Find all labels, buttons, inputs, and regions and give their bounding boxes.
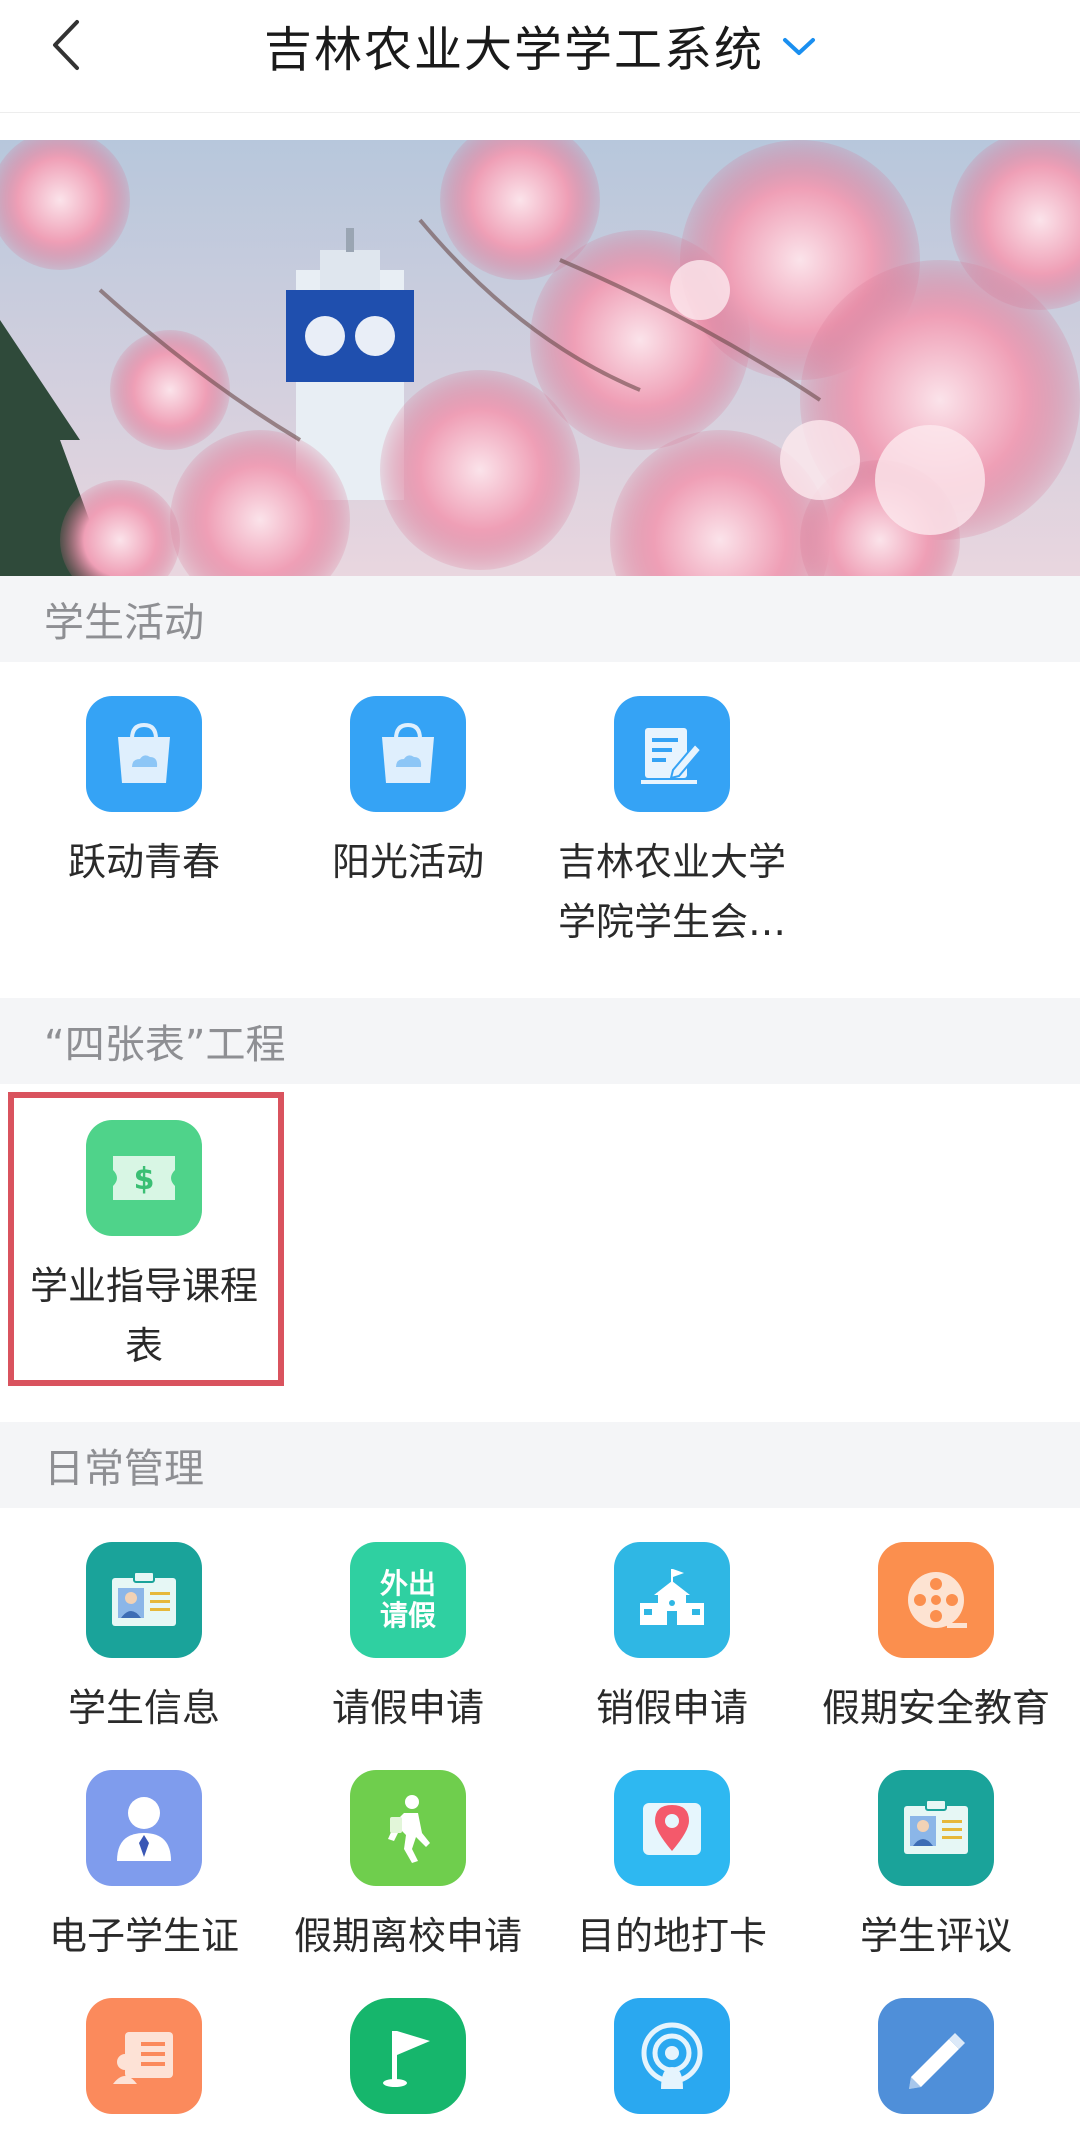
app-item-cancel-leave[interactable]: 销假申请 — [540, 1542, 804, 1738]
id-card-icon — [86, 1542, 202, 1658]
shopping-bag-icon — [86, 696, 202, 812]
app-item-student-info[interactable]: 学生信息 — [12, 1542, 276, 1738]
app-item-e-student-card[interactable]: 电子学生证 — [12, 1770, 276, 1966]
broadcast-icon — [614, 1998, 730, 2114]
pencil-icon — [878, 1998, 994, 2114]
film-reel-icon — [878, 1542, 994, 1658]
app-item-holiday-leave-school[interactable]: 假期离校申请 — [276, 1770, 540, 1966]
app-label: 吉林农业大学学院学生会… — [557, 840, 786, 944]
section-title: 学生活动 — [44, 600, 204, 646]
app-label: 销假申请 — [595, 1686, 748, 1730]
app-label: 电子学生证 — [48, 1914, 239, 1958]
walking-person-icon — [350, 1770, 466, 1886]
app-label: 学生评议 — [859, 1914, 1012, 1958]
app-item-yuedong-qingchun[interactable]: 跃动青春 — [12, 696, 276, 892]
top-bar: 吉林农业大学学工系统 — [0, 0, 1080, 113]
app-label: 目的地打卡 — [576, 1914, 767, 1958]
page-title: 吉林农业大学学工系统 — [263, 22, 764, 78]
app-item-profile-card[interactable] — [12, 1998, 276, 2134]
app-label: 请假申请 — [331, 1686, 484, 1730]
person-badge-icon — [86, 1770, 202, 1886]
document-edit-icon — [614, 696, 730, 812]
section-header-daily-management: 日常管理 — [0, 1422, 1080, 1508]
highlight-box — [8, 1092, 284, 1386]
campus-banner-image[interactable] — [0, 140, 1080, 576]
icon-text: 外出请假 — [379, 1567, 436, 1632]
app-label: 假期安全教育 — [821, 1686, 1050, 1730]
map-pin-icon — [614, 1770, 730, 1886]
chevron-down-icon — [782, 37, 816, 57]
section-title: 日常管理 — [44, 1446, 204, 1492]
app-item-student-union[interactable]: 吉林农业大学学院学生会… — [540, 696, 804, 952]
leave-request-icon: 外出请假 — [350, 1542, 466, 1658]
app-item-holiday-safety-education[interactable]: 假期安全教育 — [804, 1542, 1068, 1738]
id-card-icon — [878, 1770, 994, 1886]
app-label: 跃动青春 — [67, 840, 220, 884]
profile-card-icon — [86, 1998, 202, 2114]
app-item-destination-checkin[interactable]: 目的地打卡 — [540, 1770, 804, 1966]
app-item-flag[interactable] — [276, 1998, 540, 2134]
school-building-icon — [614, 1542, 730, 1658]
section-header-four-tables: “四张表”工程 — [0, 998, 1080, 1084]
flag-icon — [350, 1998, 466, 2114]
section-header-student-activities: 学生活动 — [0, 576, 1080, 662]
app-item-leave-request[interactable]: 外出请假 请假申请 — [276, 1542, 540, 1738]
app-item-broadcast[interactable] — [540, 1998, 804, 2134]
app-label: 学生信息 — [67, 1686, 220, 1730]
app-label: 假期离校申请 — [293, 1914, 522, 1958]
title-dropdown[interactable]: 吉林农业大学学工系统 — [0, 12, 1080, 78]
shopping-bag-icon — [350, 696, 466, 812]
app-item-yangguang-huodong[interactable]: 阳光活动 — [276, 696, 540, 892]
app-item-student-evaluation[interactable]: 学生评议 — [804, 1770, 1068, 1966]
app-label: 阳光活动 — [331, 840, 484, 884]
section-title: “四张表”工程 — [44, 1022, 286, 1068]
app-item-pencil[interactable] — [804, 1998, 1068, 2134]
